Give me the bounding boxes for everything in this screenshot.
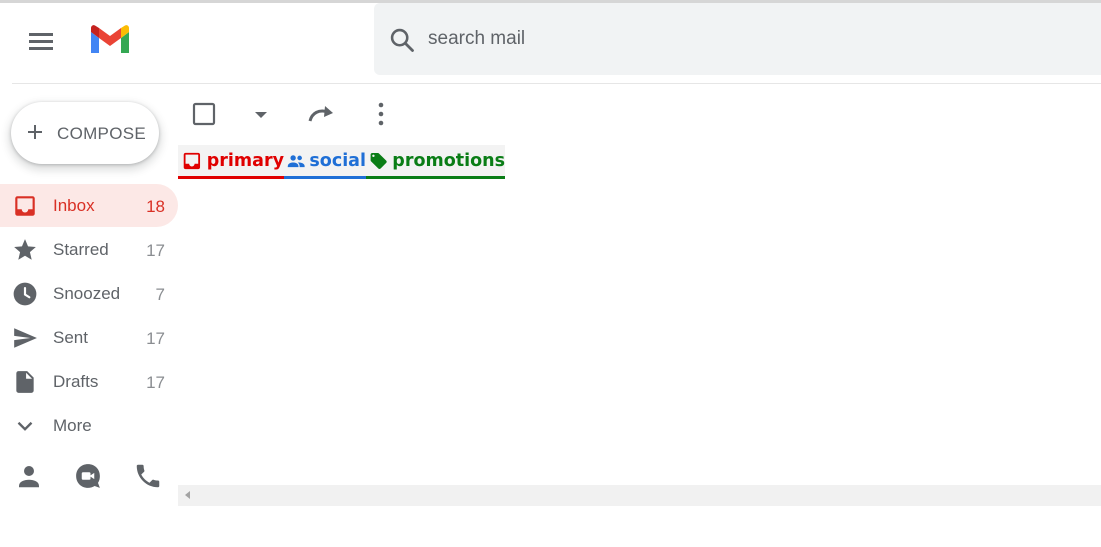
refresh-icon[interactable] bbox=[304, 98, 338, 130]
tab-promotions[interactable]: promotions bbox=[366, 145, 505, 179]
chevron-down-icon bbox=[17, 421, 33, 431]
tab-label: promotions bbox=[392, 150, 505, 171]
clock-icon bbox=[13, 282, 37, 306]
compose-label: COMPOSE bbox=[57, 124, 147, 143]
sidebar-item-snoozed[interactable]: Snoozed 7 bbox=[0, 272, 178, 315]
scroll-left-arrow-icon[interactable] bbox=[185, 491, 190, 499]
sidebar-item-label: Starred bbox=[53, 240, 109, 259]
phone-icon[interactable] bbox=[133, 461, 163, 491]
gmail-logo[interactable] bbox=[88, 24, 132, 56]
tab-label: social bbox=[309, 150, 366, 171]
tab-social[interactable]: social bbox=[284, 145, 366, 179]
more-vert-icon[interactable] bbox=[364, 98, 398, 130]
hamburger-menu-icon[interactable] bbox=[22, 26, 60, 56]
sidebar-item-label: Drafts bbox=[53, 372, 99, 391]
sidebar-item-label: More bbox=[53, 416, 92, 435]
sidebar-item-label: Sent bbox=[53, 328, 88, 347]
tab-primary[interactable]: primary bbox=[178, 145, 284, 179]
draft-icon bbox=[16, 371, 34, 393]
tab-label: primary bbox=[206, 150, 284, 171]
sidebar-item-inbox[interactable]: Inbox 18 bbox=[0, 184, 178, 227]
unread-count: 18 bbox=[146, 197, 165, 216]
compose-button[interactable]: COMPOSE bbox=[11, 102, 159, 164]
inbox-icon bbox=[183, 152, 201, 169]
person-icon[interactable] bbox=[14, 461, 44, 491]
item-count: 17 bbox=[146, 241, 165, 260]
item-count: 17 bbox=[146, 329, 165, 348]
sidebar-item-label: Inbox bbox=[53, 196, 95, 215]
sidebar-item-sent[interactable]: Sent 17 bbox=[0, 316, 178, 359]
send-icon bbox=[14, 328, 37, 348]
plus-icon bbox=[28, 125, 42, 139]
search-input[interactable] bbox=[428, 23, 1068, 55]
item-count: 7 bbox=[155, 285, 165, 304]
tag-icon bbox=[370, 152, 387, 169]
inbox-icon bbox=[15, 196, 35, 216]
sidebar-item-drafts[interactable]: Drafts 17 bbox=[0, 360, 178, 403]
horizontal-scrollbar[interactable] bbox=[178, 485, 1101, 506]
sidebar-item-starred[interactable]: Starred 17 bbox=[0, 228, 178, 271]
people-icon bbox=[287, 154, 305, 167]
select-all-checkbox-icon[interactable] bbox=[187, 98, 221, 130]
category-tabs: primary social promotions bbox=[178, 145, 505, 179]
dropdown-arrow-icon[interactable] bbox=[244, 98, 278, 130]
item-count: 17 bbox=[146, 373, 165, 392]
star-icon bbox=[14, 239, 36, 260]
search-bar bbox=[374, 3, 1101, 75]
video-call-icon[interactable] bbox=[73, 461, 103, 491]
sidebar-item-label: Snoozed bbox=[53, 284, 121, 303]
sidebar-item-more[interactable]: More bbox=[0, 404, 178, 447]
header-divider bbox=[12, 83, 1101, 84]
search-icon[interactable] bbox=[388, 26, 416, 54]
